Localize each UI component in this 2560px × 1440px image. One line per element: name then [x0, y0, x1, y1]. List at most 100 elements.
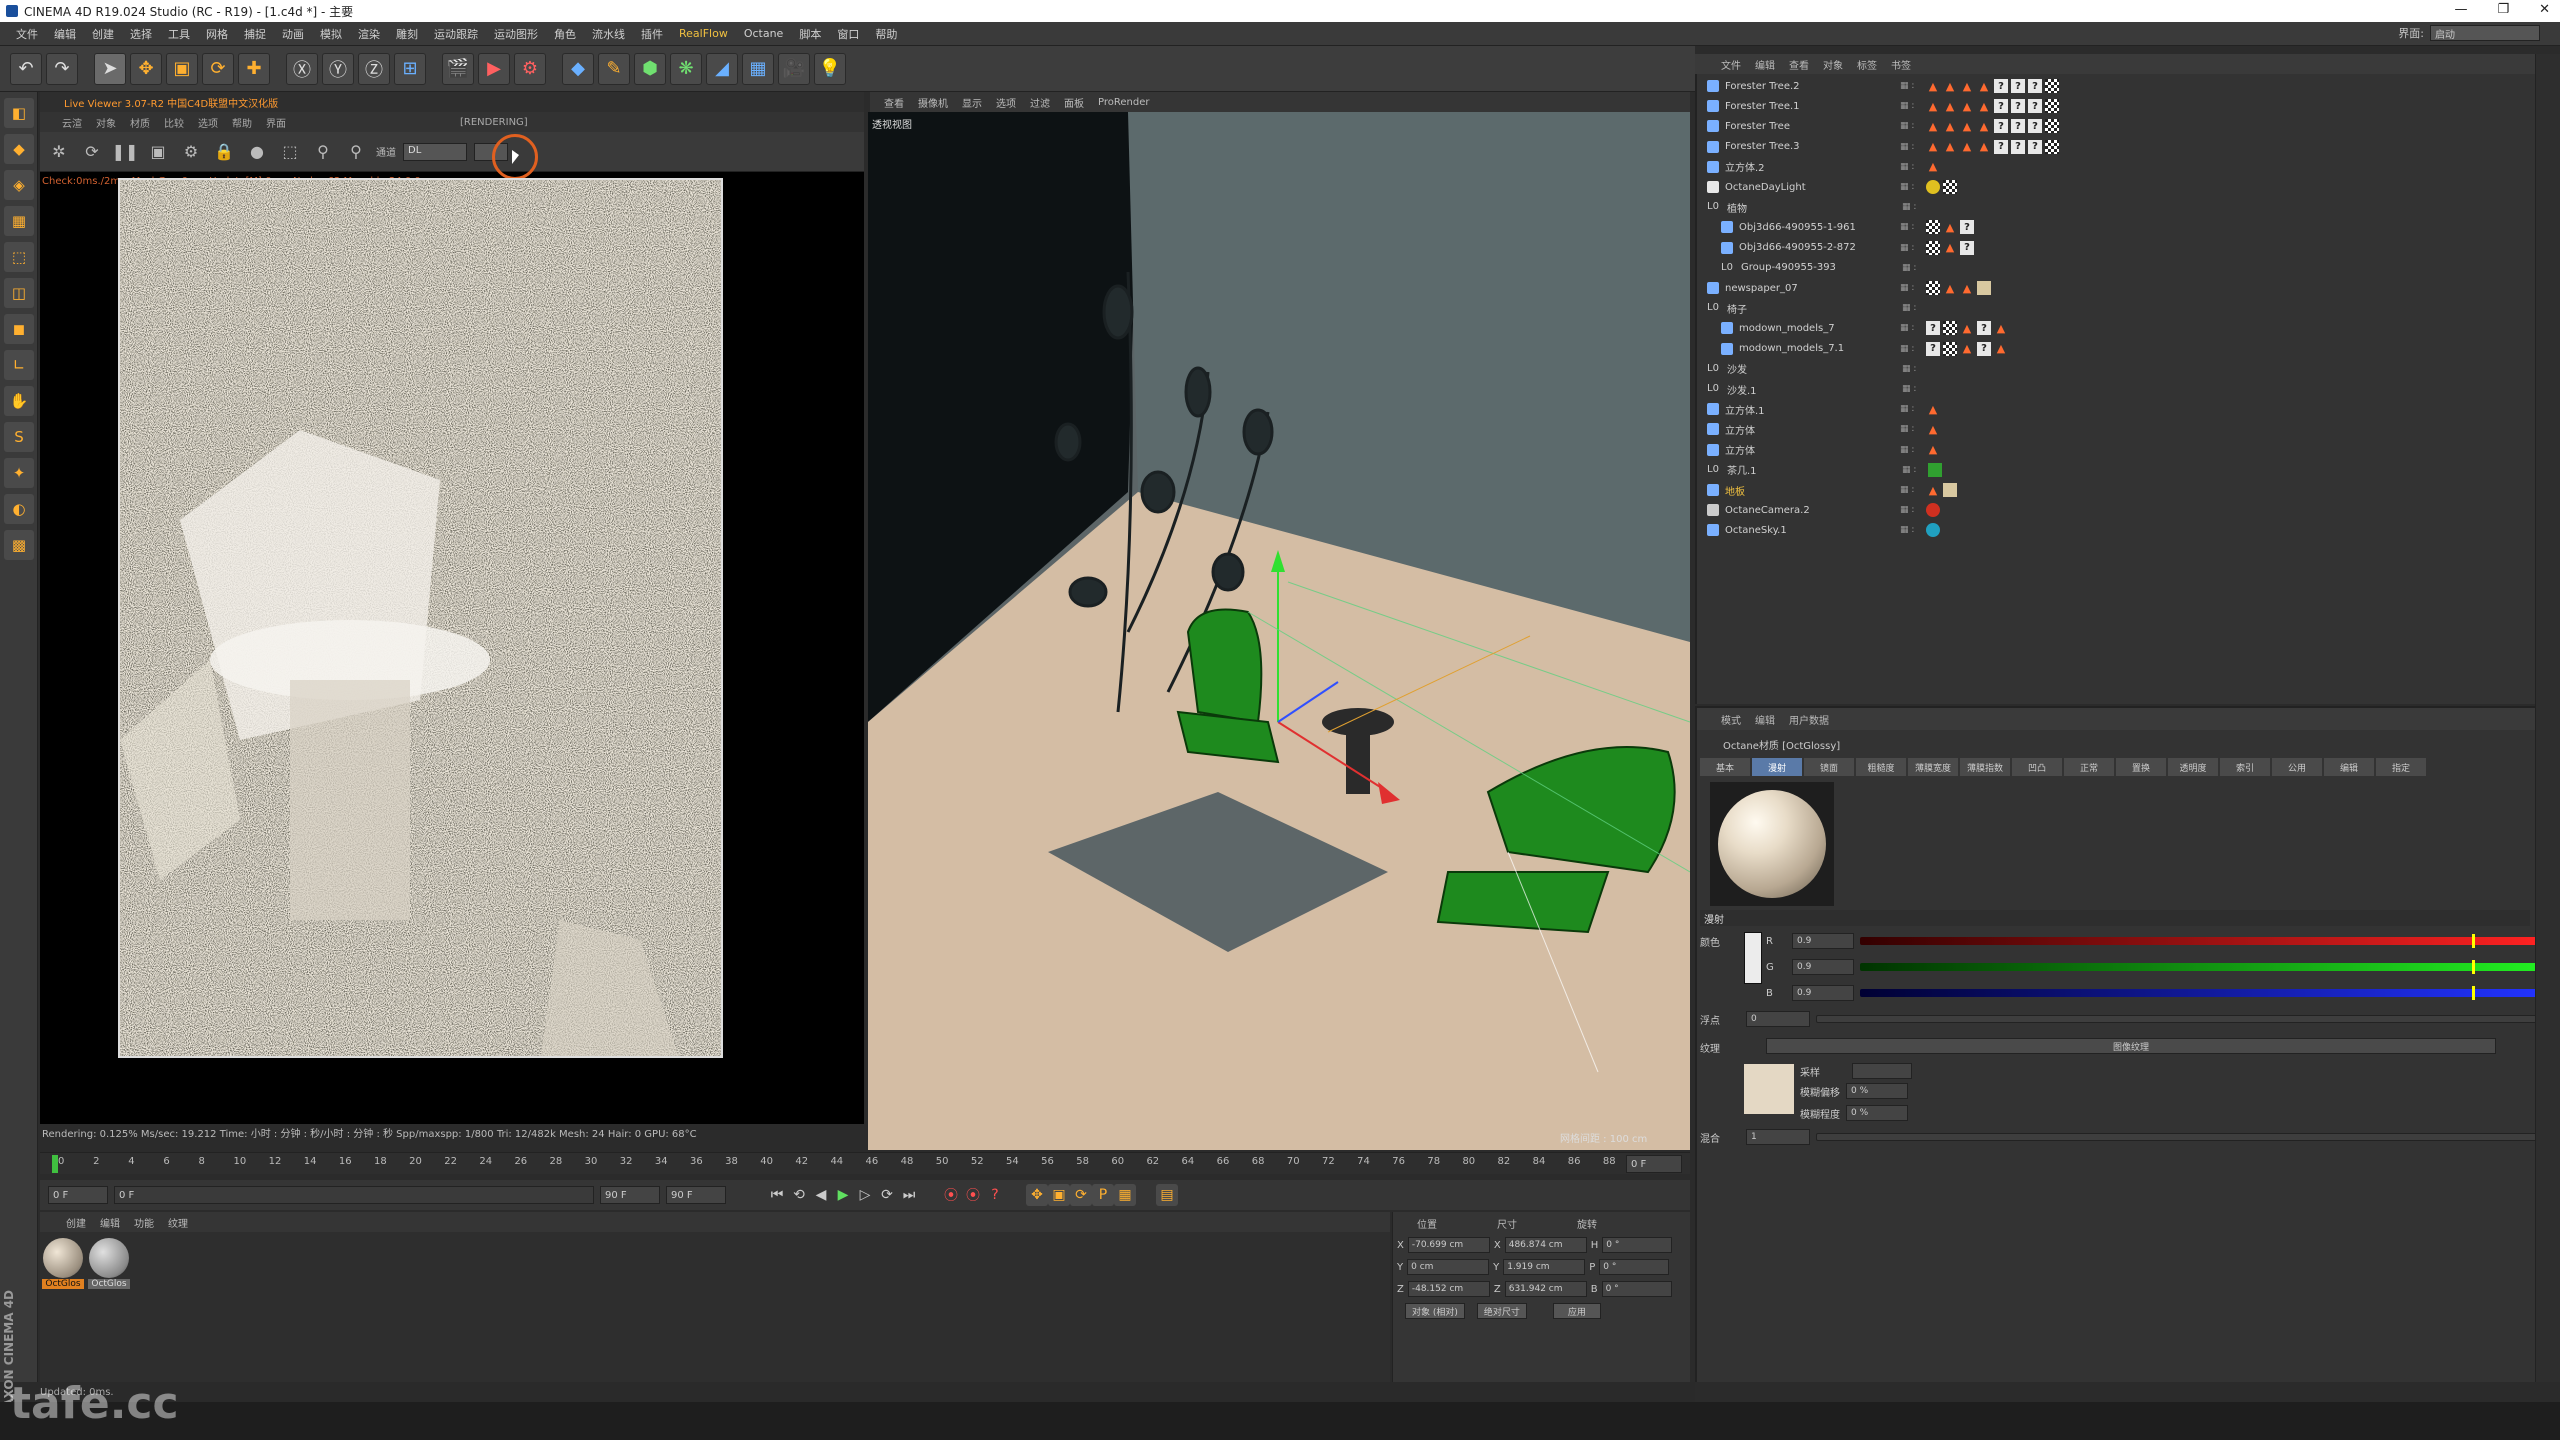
- vp-menu-filter[interactable]: 过滤: [1030, 95, 1050, 110]
- grn-tag-icon[interactable]: [1928, 462, 1942, 477]
- lv-pause-icon[interactable]: ❚❚: [112, 139, 139, 165]
- next-key-icon[interactable]: ⟳: [876, 1184, 898, 1206]
- lv-menu-help[interactable]: 帮助: [232, 115, 252, 130]
- object-row[interactable]: modown_models_7.1 ▦ :? ▲? ▲: [1697, 339, 2537, 359]
- visibility-toggle-icon[interactable]: ▦ :: [1900, 243, 1926, 253]
- menu-snap[interactable]: 捕捉: [236, 26, 274, 42]
- visibility-toggle-icon[interactable]: ▦ :: [1902, 384, 1928, 394]
- phong-tag-icon[interactable]: ▲: [1977, 99, 1991, 113]
- missing-texture-tag-icon[interactable]: ?: [2011, 99, 2025, 114]
- visibility-toggle-icon[interactable]: ▦ :: [1900, 222, 1926, 232]
- mat-menu-function[interactable]: 功能: [134, 1215, 154, 1230]
- redo-icon[interactable]: ↷: [46, 52, 78, 85]
- vp-menu-view[interactable]: 查看: [884, 95, 904, 110]
- phong-tag-icon[interactable]: ▲: [1926, 402, 1940, 416]
- mat-menu-create[interactable]: 创建: [66, 1215, 86, 1230]
- missing-texture-tag-icon[interactable]: ?: [2011, 139, 2025, 154]
- visibility-toggle-icon[interactable]: ▦ :: [1900, 424, 1926, 434]
- menu-motion-tracking[interactable]: 运动跟踪: [426, 26, 486, 42]
- attr-tab[interactable]: 基本: [1700, 758, 1750, 776]
- go-to-start-icon[interactable]: ⏮: [766, 1184, 788, 1206]
- vp-menu-prorender[interactable]: ProRender: [1098, 97, 1149, 108]
- rotation-b-field[interactable]: 0 °: [1601, 1281, 1672, 1297]
- attr-tab[interactable]: 索引: [2220, 758, 2270, 776]
- current-frame-field[interactable]: 0 F: [1626, 1155, 1682, 1173]
- color-r-slider[interactable]: [1860, 934, 2540, 948]
- lv-pick-icon[interactable]: ⚲: [310, 139, 336, 165]
- rotation-p-field[interactable]: 0 °: [1599, 1259, 1670, 1275]
- sampling-dropdown[interactable]: [1852, 1063, 1912, 1079]
- lv-menu-compare[interactable]: 比较: [164, 115, 184, 130]
- mix-field[interactable]: 1: [1746, 1129, 1810, 1145]
- phong-tag-icon[interactable]: ▲: [1994, 321, 2008, 335]
- missing-texture-tag-icon[interactable]: ?: [1977, 341, 1991, 356]
- mix-slider[interactable]: [1816, 1131, 2556, 1145]
- grid-snap-icon[interactable]: ▩: [4, 530, 34, 560]
- visibility-toggle-icon[interactable]: ▦ :: [1900, 404, 1926, 414]
- range-end-field[interactable]: 90 F: [600, 1186, 660, 1204]
- rotation-h-field[interactable]: 0 °: [1602, 1237, 1673, 1253]
- visibility-toggle-icon[interactable]: ▦ :: [1900, 505, 1926, 515]
- key-rotation-icon[interactable]: ⟳: [1070, 1184, 1092, 1206]
- object-row[interactable]: 立方体.2 ▦ : ▲: [1697, 157, 2537, 177]
- edges-mode-icon[interactable]: ◫: [4, 278, 34, 308]
- make-editable-icon[interactable]: ◧: [4, 98, 34, 128]
- color-g-field[interactable]: 0.9: [1792, 959, 1854, 975]
- play-icon[interactable]: ▶: [832, 1184, 854, 1206]
- material-tag-icon[interactable]: [2045, 119, 2059, 134]
- attr-tab[interactable]: 镜面: [1804, 758, 1854, 776]
- object-row[interactable]: L0 椅子 ▦ :: [1697, 298, 2537, 318]
- key-pla-icon[interactable]: ▦: [1114, 1184, 1136, 1206]
- object-row[interactable]: 立方体 ▦ : ▲: [1697, 440, 2537, 460]
- visibility-toggle-icon[interactable]: ▦ :: [1900, 101, 1926, 111]
- phong-tag-icon[interactable]: ▲: [1960, 321, 1974, 335]
- phong-tag-icon[interactable]: ▲: [1977, 119, 1991, 133]
- phong-tag-icon[interactable]: ▲: [1977, 79, 1991, 93]
- visibility-toggle-icon[interactable]: ▦ :: [1902, 263, 1928, 273]
- obj-menu-edit[interactable]: 编辑: [1755, 57, 1775, 72]
- points-mode-icon[interactable]: ⬚: [4, 242, 34, 272]
- menu-window[interactable]: 窗口: [829, 26, 867, 42]
- object-row[interactable]: 立方体.1 ▦ : ▲: [1697, 399, 2537, 419]
- visibility-toggle-icon[interactable]: ▦ :: [1900, 162, 1926, 172]
- phong-tag-icon[interactable]: ▲: [1926, 160, 1940, 174]
- object-row[interactable]: Forester Tree ▦ : ▲ ▲ ▲ ▲???: [1697, 116, 2537, 136]
- material-tag-icon[interactable]: [2045, 139, 2059, 154]
- texture-thumbnail[interactable]: [1744, 1064, 1794, 1114]
- timeline-window-icon[interactable]: ▤: [1156, 1184, 1178, 1206]
- vp-menu-panel[interactable]: 面板: [1064, 95, 1084, 110]
- missing-texture-tag-icon[interactable]: ?: [1926, 321, 1940, 336]
- attr-tab[interactable]: 编辑: [2324, 758, 2374, 776]
- lv-lock-icon[interactable]: 🔒: [211, 139, 237, 165]
- attr-tab[interactable]: 漫射: [1752, 758, 1802, 776]
- visibility-toggle-icon[interactable]: ▦ :: [1902, 202, 1928, 212]
- object-row[interactable]: 立方体 ▦ : ▲: [1697, 419, 2537, 439]
- coordinate-system-icon[interactable]: ⊞: [394, 52, 426, 85]
- undo-icon[interactable]: ↶: [10, 52, 42, 85]
- solo-icon[interactable]: ◐: [4, 494, 34, 524]
- visibility-toggle-icon[interactable]: ▦ :: [1900, 525, 1926, 535]
- phong-tag-icon[interactable]: ▲: [1960, 99, 1974, 113]
- snap-icon[interactable]: S: [4, 422, 34, 452]
- menu-realflow[interactable]: RealFlow: [671, 27, 736, 40]
- prev-key-icon[interactable]: ⟲: [788, 1184, 810, 1206]
- pen-spline-icon[interactable]: ✎: [598, 52, 630, 85]
- phong-tag-icon[interactable]: ▲: [1960, 79, 1974, 93]
- add-object-icon[interactable]: ✚: [238, 52, 270, 85]
- visibility-toggle-icon[interactable]: ▦ :: [1900, 344, 1926, 354]
- menu-script[interactable]: 脚本: [791, 26, 829, 42]
- attr-tab[interactable]: 置换: [2116, 758, 2166, 776]
- lv-settings-icon[interactable]: ✲: [46, 139, 72, 165]
- object-row[interactable]: OctaneSky.1 ▦ :: [1697, 520, 2537, 540]
- key-scale-icon[interactable]: ▣: [1048, 1184, 1070, 1206]
- menu-help[interactable]: 帮助: [867, 26, 905, 42]
- attr-tab[interactable]: 指定: [2376, 758, 2426, 776]
- object-row[interactable]: Forester Tree.3 ▦ : ▲ ▲ ▲ ▲???: [1697, 137, 2537, 157]
- menu-tools[interactable]: 工具: [160, 26, 198, 42]
- color-r-field[interactable]: 0.9: [1792, 933, 1854, 949]
- keyframe-selection-icon[interactable]: ?: [984, 1184, 1006, 1206]
- lv-menu-objects[interactable]: 对象: [96, 115, 116, 130]
- missing-texture-tag-icon[interactable]: ?: [1960, 220, 1974, 235]
- object-row[interactable]: Forester Tree.2 ▦ : ▲ ▲ ▲ ▲???: [1697, 76, 2537, 96]
- texture-button[interactable]: 图像纹理: [1766, 1038, 2496, 1054]
